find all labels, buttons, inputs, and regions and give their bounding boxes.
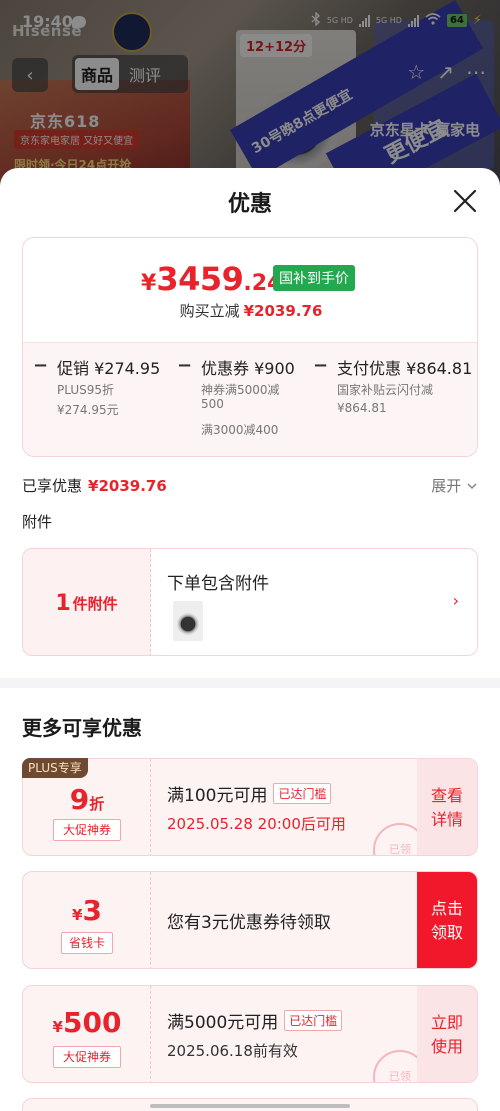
coupon-condition: 您有3元优惠券待领取 bbox=[167, 908, 331, 933]
expand-toggle[interactable]: 展开 bbox=[431, 475, 478, 496]
coupon-value: 9折 bbox=[23, 783, 151, 816]
breakdown-head: 促销 ¥274.95 bbox=[57, 359, 161, 378]
minus-icon: − bbox=[33, 355, 49, 376]
coupon-validity: 2025.05.28 20:00后可用 bbox=[167, 815, 346, 833]
price-integer: 3459 bbox=[156, 260, 244, 298]
final-price: ¥ 3459 .24 bbox=[141, 260, 282, 298]
breakdown-line: ¥274.95元 bbox=[57, 403, 119, 417]
coupon-condition: 满100元可用 已达门槛 bbox=[167, 781, 332, 806]
use-now-button[interactable]: 立即使用 bbox=[417, 986, 477, 1082]
attachment-text: 下单包含附件 bbox=[167, 574, 269, 594]
coupon-value-currency: ¥ bbox=[52, 1018, 63, 1036]
breakdown-line: 500 bbox=[201, 397, 224, 411]
coupon-condition-text: 满5000元可用 bbox=[167, 1013, 279, 1033]
attachment-card[interactable]: 1 件附件 下单包含附件 › bbox=[22, 548, 478, 656]
breakdown-head: 支付优惠 ¥864.81 bbox=[337, 359, 473, 378]
coupon-value-unit: 折 bbox=[89, 795, 105, 813]
coupon-type: 省钱卡 bbox=[61, 932, 113, 954]
chevron-right-icon: › bbox=[452, 591, 459, 610]
claim-button[interactable]: 点击领取 bbox=[417, 872, 477, 968]
breakdown-line: 满3000减400 bbox=[201, 423, 279, 437]
breakdown-head: 优惠券 ¥900 bbox=[201, 359, 295, 378]
enjoyed-amount: ¥2039.76 bbox=[88, 477, 167, 495]
coupon-type: 大促神券 bbox=[53, 819, 121, 841]
reduction-amount: ¥2039.76 bbox=[243, 302, 323, 320]
attachment-count-unit: 件附件 bbox=[72, 594, 118, 613]
coupon-value: ¥500 bbox=[23, 1006, 151, 1039]
sheet-title: 优惠 bbox=[227, 192, 272, 217]
coupon-condition-text: 您有3元优惠券待领取 bbox=[167, 913, 331, 933]
washer-door-icon bbox=[177, 613, 199, 635]
coupon-card[interactable]: ¥3 省钱卡 您有3元优惠券待领取 点击领取 bbox=[22, 871, 478, 969]
coupon-type: 大促神券 bbox=[53, 1046, 121, 1068]
home-indicator[interactable] bbox=[150, 1104, 350, 1108]
final-price-section: ¥ 3459 .24 国补到手价 购买立减 ¥2039.76 bbox=[23, 238, 477, 342]
breakdown-line: ¥864.81 bbox=[337, 401, 387, 415]
coupon-card[interactable]: 9折 大促神券 满100元可用 已达门槛 2025.05.28 20:00后可用… bbox=[22, 758, 478, 856]
attachment-count-number: 1 bbox=[55, 590, 71, 616]
chevron-down-icon bbox=[466, 477, 478, 495]
coupon-condition: 满5000元可用 已达门槛 bbox=[167, 1008, 343, 1033]
price-summary-card: ¥ 3459 .24 国补到手价 购买立减 ¥2039.76 − 促销 ¥274.… bbox=[22, 237, 478, 457]
coupon-condition-text: 满100元可用 bbox=[167, 786, 268, 806]
coupon-value-number: 9 bbox=[69, 783, 90, 816]
attachment-count: 1 件附件 bbox=[23, 549, 151, 655]
coupon-card[interactable]: ¥500 大促神券 满5000元可用 已达门槛 2025.06.18前有效 已领… bbox=[22, 985, 478, 1083]
coupon-value: ¥3 bbox=[23, 894, 151, 927]
coupon-value-currency: ¥ bbox=[72, 906, 83, 924]
minus-icon: − bbox=[313, 355, 329, 376]
view-details-button[interactable]: 查看详情 bbox=[417, 759, 477, 855]
plus-exclusive-badge: PLUS专享 bbox=[22, 758, 88, 778]
enjoyed-discount: 已享优惠 ¥2039.76 bbox=[22, 475, 167, 496]
coupon-value-number: 500 bbox=[62, 1006, 122, 1039]
discount-sheet: 优惠 ¥ 3459 .24 国补到手价 购买立减 ¥2039.76 − 促销 ¥2… bbox=[0, 168, 500, 1111]
coupon-value-area: ¥500 大促神券 bbox=[23, 986, 151, 1082]
coupon-validity: 2025.06.18前有效 bbox=[167, 1042, 298, 1060]
attachment-thumbnail bbox=[173, 601, 203, 641]
more-discounts-title: 更多可享优惠 bbox=[22, 716, 142, 740]
breakdown-line: PLUS95折 bbox=[57, 383, 114, 397]
subsidy-badge: 国补到手价 bbox=[273, 265, 355, 291]
reduction-label: 购买立减 bbox=[179, 302, 240, 320]
minus-icon: − bbox=[177, 355, 193, 376]
instant-reduction: 购买立减 ¥2039.76 bbox=[23, 300, 477, 321]
threshold-badge: 已达门槛 bbox=[284, 1010, 343, 1031]
section-divider bbox=[0, 678, 500, 688]
coupon-value-number: 3 bbox=[82, 894, 102, 927]
breakdown-line: 国家补贴云闪付减 bbox=[337, 383, 434, 397]
breakdown-line: 神券满5000减 bbox=[201, 383, 280, 397]
enjoyed-label: 已享优惠 bbox=[22, 477, 83, 495]
threshold-badge: 已达门槛 bbox=[273, 783, 332, 804]
close-icon[interactable] bbox=[452, 188, 478, 214]
discount-breakdown: − 促销 ¥274.95 PLUS95折 ¥274.95元 − 优惠券 ¥900… bbox=[23, 342, 477, 456]
coupon-value-area: ¥3 省钱卡 bbox=[23, 872, 151, 968]
expand-label: 展开 bbox=[431, 477, 462, 495]
price-currency: ¥ bbox=[141, 271, 157, 296]
attachment-section-label: 附件 bbox=[22, 513, 53, 531]
